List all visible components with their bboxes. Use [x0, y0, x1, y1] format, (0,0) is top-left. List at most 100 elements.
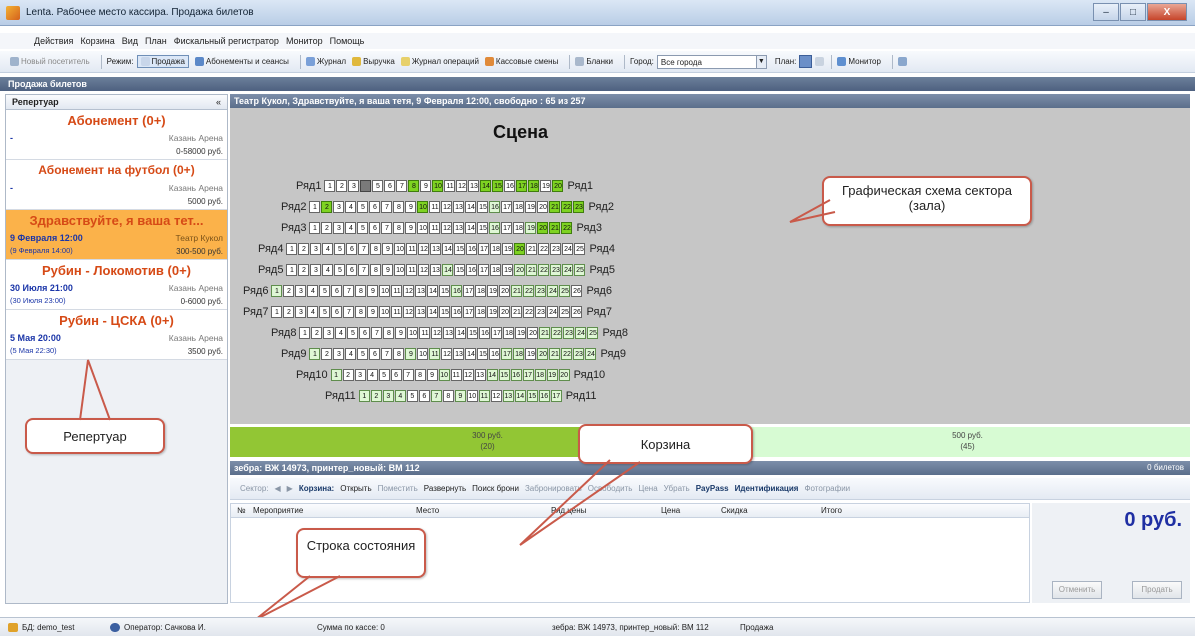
seat[interactable]: 2: [370, 390, 382, 402]
seat[interactable]: 1: [271, 285, 283, 297]
seat[interactable]: 10: [417, 222, 429, 234]
seat[interactable]: 13: [453, 222, 465, 234]
seat[interactable]: 7: [396, 180, 408, 192]
seat[interactable]: 1: [324, 180, 336, 192]
seat[interactable]: 15: [477, 201, 489, 213]
search-booking-button[interactable]: Поиск брони: [472, 484, 519, 493]
seat[interactable]: 14: [514, 390, 526, 402]
prev-icon[interactable]: ◀: [275, 484, 281, 493]
forms-button[interactable]: Бланки: [575, 57, 613, 66]
seat[interactable]: 3: [348, 180, 360, 192]
seat[interactable]: 19: [525, 348, 537, 360]
zoom-icon[interactable]: [815, 57, 825, 66]
seat[interactable]: 14: [465, 348, 477, 360]
seat[interactable]: 2: [321, 222, 333, 234]
seat[interactable]: 4: [394, 390, 406, 402]
seat[interactable]: 15: [477, 222, 489, 234]
seat[interactable]: 18: [490, 243, 502, 255]
seat[interactable]: 6: [384, 180, 396, 192]
seat[interactable]: 13: [415, 306, 427, 318]
seat[interactable]: 17: [501, 348, 513, 360]
seat[interactable]: 23: [573, 348, 585, 360]
seat[interactable]: 12: [403, 285, 415, 297]
new-visitor-button[interactable]: Новый посетитель: [10, 57, 90, 66]
menu-actions[interactable]: Действия: [34, 36, 73, 46]
seat[interactable]: 2: [336, 180, 348, 192]
seat[interactable]: 17: [501, 201, 513, 213]
seat[interactable]: 23: [535, 306, 547, 318]
revenue-button[interactable]: Выручка: [352, 57, 395, 66]
seat[interactable]: 6: [331, 306, 343, 318]
seat[interactable]: 12: [490, 390, 502, 402]
seat[interactable]: 12: [431, 327, 443, 339]
menu-help[interactable]: Помощь: [330, 36, 365, 46]
seat[interactable]: 5: [319, 306, 331, 318]
event-card[interactable]: Абонемент (0+) - Казань Арена 0-58000 ру…: [6, 110, 227, 160]
seat[interactable]: 13: [453, 348, 465, 360]
seat[interactable]: 19: [525, 222, 537, 234]
seat[interactable]: 11: [391, 285, 403, 297]
seat[interactable]: 9: [405, 222, 417, 234]
seat[interactable]: 15: [477, 348, 489, 360]
seat[interactable]: 20: [514, 243, 526, 255]
seat[interactable]: 19: [546, 369, 558, 381]
seat[interactable]: 17: [491, 327, 503, 339]
seat[interactable]: 23: [550, 243, 562, 255]
seat[interactable]: 14: [442, 264, 454, 276]
seat[interactable]: 6: [390, 369, 402, 381]
release-button[interactable]: Освободить: [588, 484, 633, 493]
maximize-button[interactable]: □: [1120, 3, 1146, 21]
seat[interactable]: 2: [311, 327, 323, 339]
seat[interactable]: 1: [299, 327, 311, 339]
seat[interactable]: 3: [310, 264, 322, 276]
menu-view[interactable]: Вид: [122, 36, 138, 46]
seat[interactable]: 18: [513, 201, 525, 213]
seat[interactable]: 4: [360, 180, 372, 192]
seat[interactable]: 10: [417, 201, 429, 213]
seat[interactable]: 12: [462, 369, 474, 381]
menu-cart[interactable]: Корзина: [80, 36, 114, 46]
identification-button[interactable]: Идентификация: [735, 484, 799, 493]
seat[interactable]: 17: [516, 180, 528, 192]
seat[interactable]: 18: [528, 180, 540, 192]
seat[interactable]: 20: [558, 369, 570, 381]
seat[interactable]: 19: [540, 180, 552, 192]
seat[interactable]: 18: [513, 222, 525, 234]
seat[interactable]: 15: [454, 264, 466, 276]
seat[interactable]: 3: [333, 348, 345, 360]
event-card[interactable]: Рубин - ЦСКА (0+) 5 Мая 20:00 Казань Аре…: [6, 310, 227, 360]
event-card-selected[interactable]: Здравствуйте, я ваша тет... 9 Февраля 12…: [6, 210, 227, 260]
seat[interactable]: 18: [534, 369, 546, 381]
seat[interactable]: 25: [559, 306, 571, 318]
seat[interactable]: 24: [575, 327, 587, 339]
cancel-button[interactable]: Отменить: [1052, 581, 1102, 599]
seat[interactable]: 2: [298, 243, 310, 255]
seat[interactable]: 6: [369, 348, 381, 360]
seat[interactable]: 9: [454, 390, 466, 402]
seat[interactable]: 11: [478, 390, 490, 402]
seat[interactable]: 21: [539, 327, 551, 339]
seat[interactable]: 24: [562, 264, 574, 276]
seat[interactable]: 21: [549, 222, 561, 234]
seat[interactable]: 11: [429, 201, 441, 213]
seat[interactable]: 15: [454, 243, 466, 255]
seat[interactable]: 22: [523, 285, 535, 297]
seat[interactable]: 17: [501, 222, 513, 234]
seat[interactable]: 3: [323, 327, 335, 339]
seat[interactable]: 14: [480, 180, 492, 192]
seat[interactable]: 3: [382, 390, 394, 402]
seat[interactable]: 3: [354, 369, 366, 381]
seat[interactable]: 25: [574, 264, 586, 276]
seat[interactable]: 18: [475, 306, 487, 318]
seat[interactable]: 3: [333, 222, 345, 234]
seat[interactable]: 1: [286, 264, 298, 276]
seat[interactable]: 16: [538, 390, 550, 402]
seat[interactable]: 5: [378, 369, 390, 381]
seat[interactable]: 18: [475, 285, 487, 297]
seat[interactable]: 10: [394, 243, 406, 255]
seat[interactable]: 21: [526, 264, 538, 276]
seat[interactable]: 18: [503, 327, 515, 339]
seat[interactable]: 6: [346, 243, 358, 255]
seat[interactable]: 7: [343, 306, 355, 318]
seat[interactable]: 5: [372, 180, 384, 192]
